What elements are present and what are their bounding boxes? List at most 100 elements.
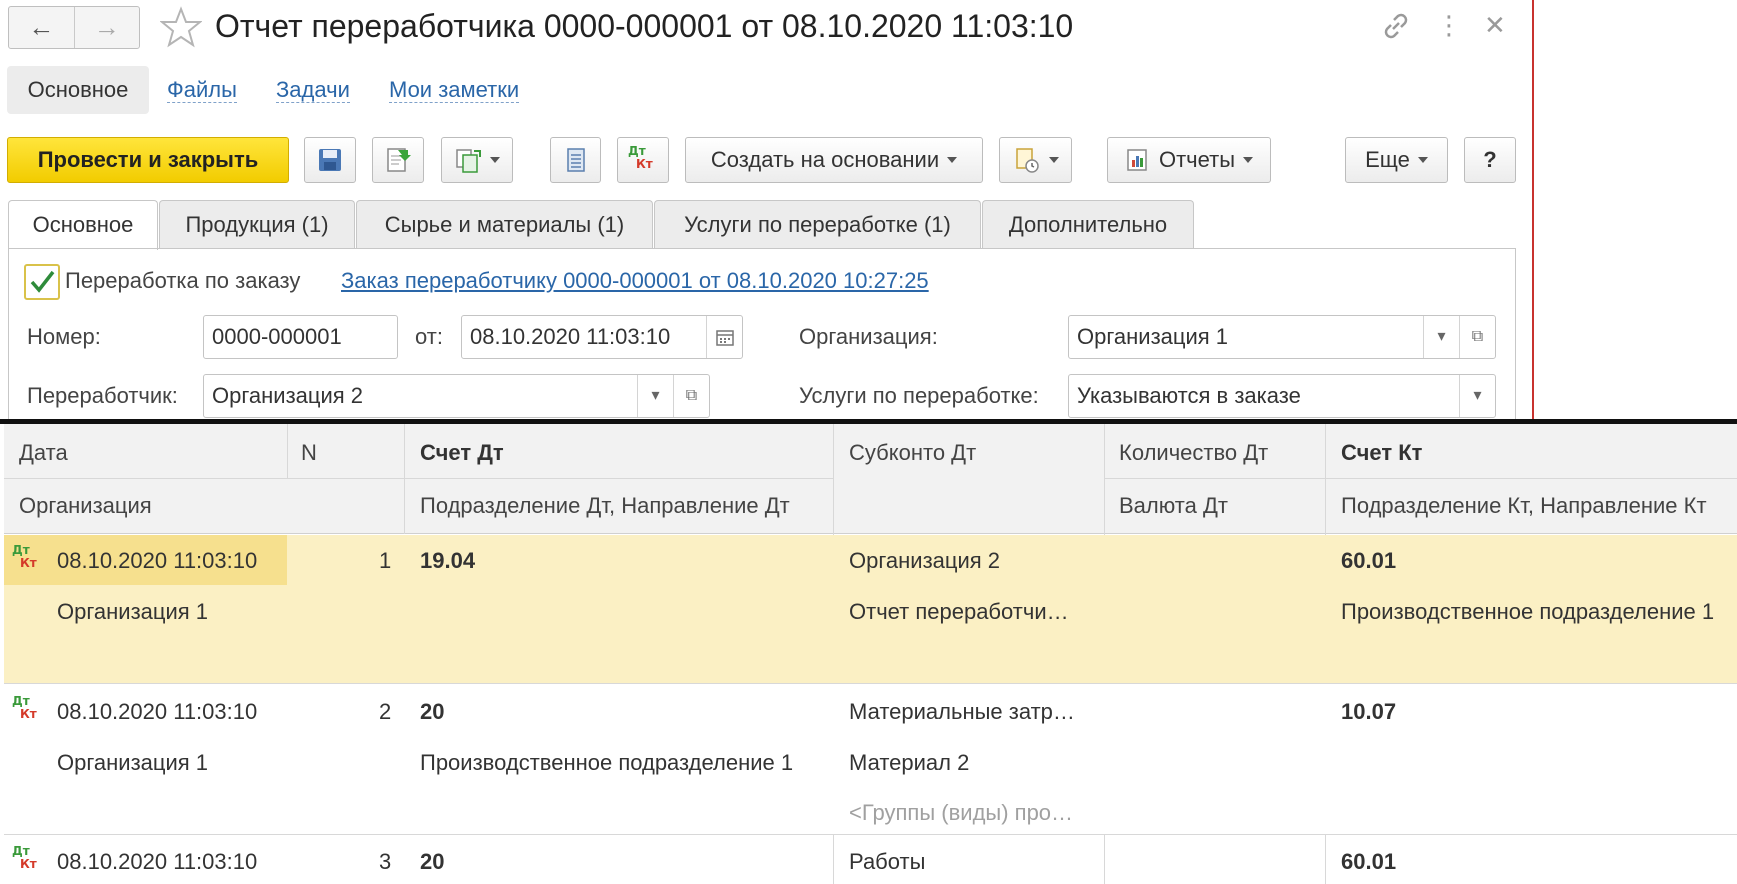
- copy-menu-button[interactable]: [441, 137, 513, 183]
- chevron-down-icon: [490, 157, 500, 163]
- post-button[interactable]: [372, 137, 424, 183]
- copy-icon: [456, 149, 481, 173]
- tab-tasks[interactable]: Задачи: [276, 66, 350, 114]
- link-icon[interactable]: [1380, 10, 1412, 42]
- window-border-line: [1532, 0, 1534, 419]
- order-checkbox[interactable]: [24, 264, 60, 300]
- form-tab-products[interactable]: Продукция (1): [159, 200, 355, 249]
- tab-files[interactable]: Файлы: [167, 66, 237, 114]
- back-arrow-icon[interactable]: ←: [9, 7, 74, 48]
- row-subconto-2: Материал 2: [849, 750, 970, 775]
- row-debit-account: 20: [420, 849, 445, 874]
- organization-field[interactable]: Организация 1 ▾ ⧉: [1068, 315, 1496, 359]
- column-header-debit-currency[interactable]: Валюта Дт: [1119, 493, 1228, 519]
- row-debit-account: 19.04: [420, 548, 476, 573]
- open-icon[interactable]: ⧉: [1459, 316, 1495, 358]
- tab-notes[interactable]: Мои заметки: [389, 66, 520, 114]
- chevron-down-icon[interactable]: ▾: [637, 375, 673, 417]
- row-subconto-3: <Группы (виды) про…: [849, 800, 1074, 825]
- dtkt-icon-kt: Кт: [20, 707, 37, 721]
- form-tab-materials[interactable]: Сырье и материалы (1): [356, 200, 653, 249]
- dtkt-icon-dt: Дт: [12, 844, 30, 858]
- document-form: ← → Отчет переработчика 0000-000001 от 0…: [0, 0, 1737, 419]
- add-document-button[interactable]: [999, 137, 1072, 183]
- open-icon[interactable]: ⧉: [673, 375, 709, 417]
- date-field[interactable]: 08.10.2020 11:03:10: [461, 315, 743, 359]
- post-icon: [387, 148, 411, 172]
- post-and-close-button[interactable]: Провести и закрыть: [7, 137, 289, 183]
- column-header-n[interactable]: N: [301, 440, 317, 466]
- row-credit-account: 10.07: [1341, 699, 1397, 724]
- processor-field[interactable]: Организация 2 ▾ ⧉: [203, 374, 710, 418]
- services-label: Услуги по переработке:: [799, 383, 1039, 408]
- save-button[interactable]: [304, 137, 356, 183]
- processor-value: Организация 2: [212, 383, 364, 408]
- column-separator: [287, 424, 288, 478]
- close-icon[interactable]: ✕: [1484, 10, 1506, 41]
- column-separator: [404, 424, 405, 534]
- chevron-down-icon: [947, 157, 958, 163]
- forward-arrow-icon[interactable]: →: [73, 7, 140, 48]
- dtkt-icon-kt: Кт: [636, 157, 653, 171]
- calendar-icon[interactable]: [706, 316, 742, 358]
- column-header-organization[interactable]: Организация: [19, 493, 152, 519]
- row-subconto-1: Организация 2: [849, 548, 1001, 573]
- chevron-down-icon: [1417, 157, 1428, 163]
- dtkt-postings-button[interactable]: Дт Кт: [617, 137, 669, 183]
- row-credit-division: Производственное подразделение 1: [1341, 599, 1715, 624]
- chevron-down-icon[interactable]: ▾: [1459, 375, 1495, 417]
- journal-button[interactable]: [550, 137, 601, 183]
- more-button[interactable]: Еще: [1345, 137, 1448, 183]
- report-icon: [1127, 149, 1147, 171]
- row-organization: Организация 1: [57, 750, 209, 775]
- column-header-debit-qty[interactable]: Количество Дт: [1119, 440, 1268, 466]
- form-tab-additional[interactable]: Дополнительно: [982, 200, 1194, 249]
- tab-main[interactable]: Основное: [7, 66, 149, 114]
- row-subconto-1: Материальные затр…: [849, 699, 1075, 724]
- chevron-down-icon[interactable]: ▾: [1423, 316, 1459, 358]
- row-date: 08.10.2020 11:03:10: [57, 699, 258, 724]
- postings-table: Дата N Счет Дт Субконто Дт Количество Дт…: [4, 424, 1737, 884]
- post-and-close-label: Провести и закрыть: [37, 147, 259, 172]
- header-row-separator: [4, 478, 833, 479]
- document-add-icon: [1015, 148, 1039, 173]
- row-subconto-1: Работы: [849, 849, 926, 874]
- number-label: Номер:: [27, 324, 101, 349]
- help-label: ?: [1483, 147, 1497, 172]
- row-date: 08.10.2020 11:03:10: [57, 548, 258, 573]
- star-icon[interactable]: [160, 6, 202, 48]
- form-tab-services[interactable]: Услуги по переработке (1): [654, 200, 981, 249]
- chevron-down-icon: [1048, 157, 1059, 163]
- reports-button[interactable]: Отчеты: [1107, 137, 1271, 183]
- dtkt-icon: Дт Кт: [626, 143, 660, 177]
- column-header-credit-account[interactable]: Счет Кт: [1341, 440, 1422, 466]
- dtkt-icon-kt: Кт: [20, 556, 37, 570]
- column-header-debit-division[interactable]: Подразделение Дт, Направление Дт: [420, 493, 790, 519]
- tab-main-label: Основное: [27, 77, 129, 102]
- tab-tasks-label: Задачи: [276, 77, 350, 103]
- column-header-debit-account[interactable]: Счет Дт: [420, 440, 504, 466]
- organization-label: Организация:: [799, 324, 938, 349]
- row-separator: [4, 834, 1737, 835]
- row-date: 08.10.2020 11:03:10: [57, 849, 258, 874]
- column-header-date[interactable]: Дата: [19, 440, 68, 466]
- more-vertical-icon[interactable]: ⋮: [1436, 10, 1462, 41]
- dtkt-icon: Дт Кт: [10, 693, 44, 727]
- row-n: 1: [379, 548, 392, 573]
- date-label: от:: [415, 324, 443, 349]
- tab-files-label: Файлы: [167, 77, 237, 103]
- help-button[interactable]: ?: [1464, 137, 1516, 183]
- form-tab-main[interactable]: Основное: [8, 200, 158, 250]
- header-row-separator: [1104, 478, 1737, 479]
- row-subconto-2: Отчет переработчи…: [849, 599, 1069, 624]
- create-based-on-button[interactable]: Создать на основании: [685, 137, 983, 183]
- order-link[interactable]: Заказ переработчику 0000-000001 от 08.10…: [341, 268, 929, 294]
- services-field[interactable]: Указываются в заказе ▾: [1068, 374, 1496, 418]
- dtkt-icon-dt: Дт: [628, 144, 646, 158]
- reports-label: Отчеты: [1158, 147, 1236, 172]
- page-title: Отчет переработчика 0000-000001 от 08.10…: [215, 8, 1074, 44]
- column-header-credit-division[interactable]: Подразделение Кт, Направление Кт: [1341, 493, 1707, 519]
- number-field[interactable]: 0000-000001: [203, 315, 398, 359]
- column-header-debit-subconto[interactable]: Субконто Дт: [849, 440, 976, 466]
- number-value: 0000-000001: [212, 324, 342, 349]
